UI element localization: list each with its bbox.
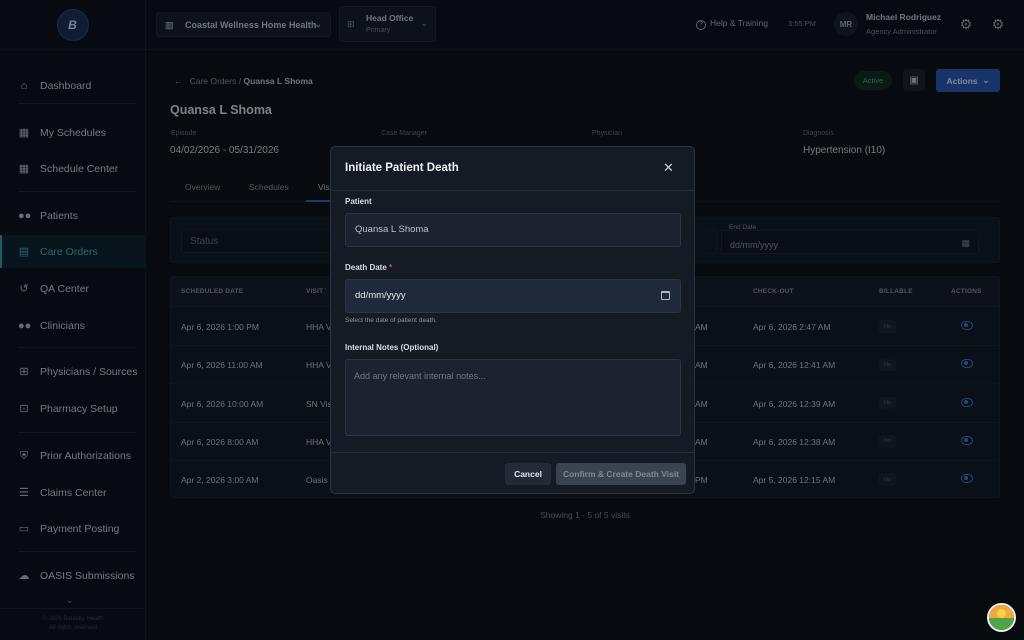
death-date-help: Select the date of patient death. <box>345 317 437 324</box>
assistant-avatar-button[interactable] <box>987 603 1016 632</box>
cancel-button[interactable]: Cancel <box>505 463 551 485</box>
hill-shape <box>989 618 1014 630</box>
death-date-label: Death Date * <box>345 263 392 272</box>
patient-label: Patient <box>345 197 372 206</box>
notes-textarea[interactable]: Add any relevant internal notes... <box>345 359 681 436</box>
app-root: B ⌂ Dashboard ▦ My Schedules ▦ Schedule Cen… <box>0 0 1024 640</box>
sun-shape <box>997 609 1006 618</box>
patient-field[interactable]: Quansa L Shoma <box>345 213 681 247</box>
death-date-input[interactable]: dd/mm/yyyy <box>345 279 681 313</box>
initiate-death-dialog: Initiate Patient Death ✕ Patient Quansa … <box>330 146 695 494</box>
close-icon[interactable]: ✕ <box>661 160 676 175</box>
notes-label: Internal Notes (Optional) <box>345 343 439 352</box>
confirm-create-death-visit-button[interactable]: Confirm & Create Death Visit <box>556 463 686 485</box>
dialog-header: Initiate Patient Death ✕ <box>331 147 694 191</box>
dialog-title: Initiate Patient Death <box>345 162 459 174</box>
death-date-placeholder: dd/mm/yyyy <box>355 290 406 301</box>
required-mark: * <box>389 263 393 272</box>
calendar-icon[interactable] <box>661 291 670 300</box>
death-date-label-text: Death Date <box>345 263 387 272</box>
dialog-footer-divider <box>331 452 694 453</box>
